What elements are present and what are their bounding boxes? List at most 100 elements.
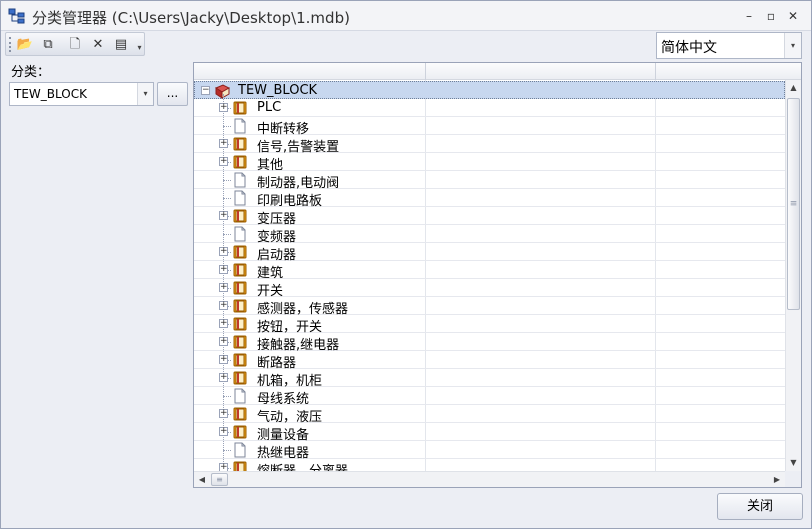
tree-guide-line [223,126,231,127]
category-folder-icon [233,317,247,331]
close-button[interactable]: 关闭 [717,493,803,520]
category-folder-icon [233,299,247,313]
column-separator[interactable] [655,63,656,80]
open-folder-icon[interactable]: 📂 [15,35,35,54]
chevron-down-icon[interactable]: ▾ [784,33,801,58]
expand-icon[interactable]: + [219,319,228,328]
expand-icon[interactable]: + [219,247,228,256]
document-icon [234,118,246,134]
category-folder-icon [233,101,247,115]
tree-guide-line [223,234,231,235]
browse-button[interactable]: ... [157,82,188,106]
tree-item[interactable]: + 机箱，机柜 [194,369,785,389]
expand-icon[interactable]: + [219,265,228,274]
category-folder-icon [233,209,247,223]
category-value: TEW_BLOCK [14,87,87,101]
tree-guide-line [223,180,231,181]
expand-icon[interactable]: + [219,427,228,436]
tree-item[interactable]: 热继电器 [194,441,785,461]
category-folder-icon [233,371,247,385]
tree-item[interactable]: + 信号,告警装置 [194,135,785,155]
window-title: 分类管理器 (C:\Users\Jacky\Desktop\1.mdb) [32,9,350,27]
document-icon [234,190,246,206]
tree-root-row[interactable]: − TEW_BLOCK [194,81,785,99]
tree-item[interactable]: + 开关 [194,279,785,299]
category-folder-icon [233,335,247,349]
category-folder-icon [233,461,247,471]
horizontal-scrollbar[interactable]: ◀ ≡ ▶ [194,471,785,487]
document-icon [234,172,246,188]
toolbar-grip[interactable] [9,37,12,52]
category-folder-icon [233,407,247,421]
minimize-button[interactable]: – [741,8,757,24]
horizontal-scroll-thumb[interactable]: ≡ [211,473,228,486]
tree-item[interactable]: 母线系统 [194,387,785,407]
scroll-left-icon[interactable]: ◀ [194,472,210,487]
title-bar[interactable]: 分类管理器 (C:\Users\Jacky\Desktop\1.mdb) – ▫… [1,1,811,31]
tree-body: − TEW_BLOCK + PLC 中断转移 + 信号,告警装置 + 其他 制动器,电动阀 印刷… [194,80,785,471]
category-label: 分类： [11,65,51,80]
scroll-down-icon[interactable]: ▼ [786,455,801,471]
tree-item[interactable]: + 熔断器，分离器 [194,459,785,471]
tree-root-label: TEW_BLOCK [238,83,318,98]
category-folder-icon [233,137,247,151]
tree-item[interactable]: 制动器,电动阀 [194,171,785,191]
tree-item[interactable]: + 感测器，传感器 [194,297,785,317]
category-folder-icon [233,281,247,295]
tree-item[interactable]: + PLC [194,99,785,117]
tree-column-header [194,63,801,80]
expand-icon[interactable]: + [219,409,228,418]
language-value: 简体中文 [661,40,717,56]
vertical-scroll-thumb[interactable]: ≡ [787,98,800,310]
tree-guide-line [223,450,231,451]
language-select[interactable]: 简体中文 ▾ [656,32,802,59]
tree-item[interactable]: + 断路器 [194,351,785,371]
collapse-icon[interactable]: − [201,86,210,95]
document-icon [234,226,246,242]
expand-icon[interactable]: + [219,301,228,310]
delete-icon[interactable]: ✕ [88,35,108,54]
expand-icon[interactable]: + [219,103,228,112]
tree-item[interactable]: + 建筑 [194,261,785,281]
tree-item[interactable]: 印刷电路板 [194,189,785,209]
tree-item[interactable]: + 启动器 [194,243,785,263]
toolbar-overflow-icon[interactable]: ▾ [135,35,144,54]
chevron-down-icon[interactable]: ▾ [137,83,153,105]
expand-icon[interactable]: + [219,211,228,220]
expand-icon[interactable]: + [219,463,228,471]
tree-item[interactable]: + 变压器 [194,207,785,227]
tree-item[interactable]: + 按钮，开关 [194,315,785,335]
expand-icon[interactable]: + [219,139,228,148]
category-select[interactable]: TEW_BLOCK ▾ [9,82,154,106]
properties-icon[interactable]: ▤ [111,35,131,54]
vertical-scrollbar[interactable]: ▲ ≡ ▼ [785,80,801,471]
tree-item[interactable]: + 气动，液压 [194,405,785,425]
scroll-up-icon[interactable]: ▲ [786,80,801,96]
tree-guide-line [223,396,231,397]
tree-item[interactable]: 中断转移 [194,117,785,137]
expand-icon[interactable]: + [219,355,228,364]
document-icon [234,442,246,458]
tree-item[interactable]: + 其他 [194,153,785,173]
tree-item[interactable]: + 接触器,继电器 [194,333,785,353]
expand-icon[interactable]: + [219,337,228,346]
column-separator[interactable] [425,63,426,80]
scroll-right-icon[interactable]: ▶ [769,472,785,487]
category-tree[interactable]: − TEW_BLOCK + PLC 中断转移 + 信号,告警装置 + 其他 制动器,电动阀 印刷… [193,62,802,488]
category-folder-icon [233,353,247,367]
tree-guide-line [223,198,231,199]
tree-item[interactable]: + 测量设备 [194,423,785,443]
copy-icon[interactable]: ⧉ [38,35,58,54]
close-window-button[interactable]: ✕ [785,8,801,24]
category-folder-icon [233,425,247,439]
new-document-icon[interactable]: 🗋 [65,35,85,54]
category-folder-icon [233,245,247,259]
maximize-button[interactable]: ▫ [763,8,779,24]
tree-app-icon [8,8,25,24]
expand-icon[interactable]: + [219,283,228,292]
expand-icon[interactable]: + [219,157,228,166]
tree-item[interactable]: 变频器 [194,225,785,245]
category-folder-icon [233,263,247,277]
book-icon [214,84,230,99]
expand-icon[interactable]: + [219,373,228,382]
